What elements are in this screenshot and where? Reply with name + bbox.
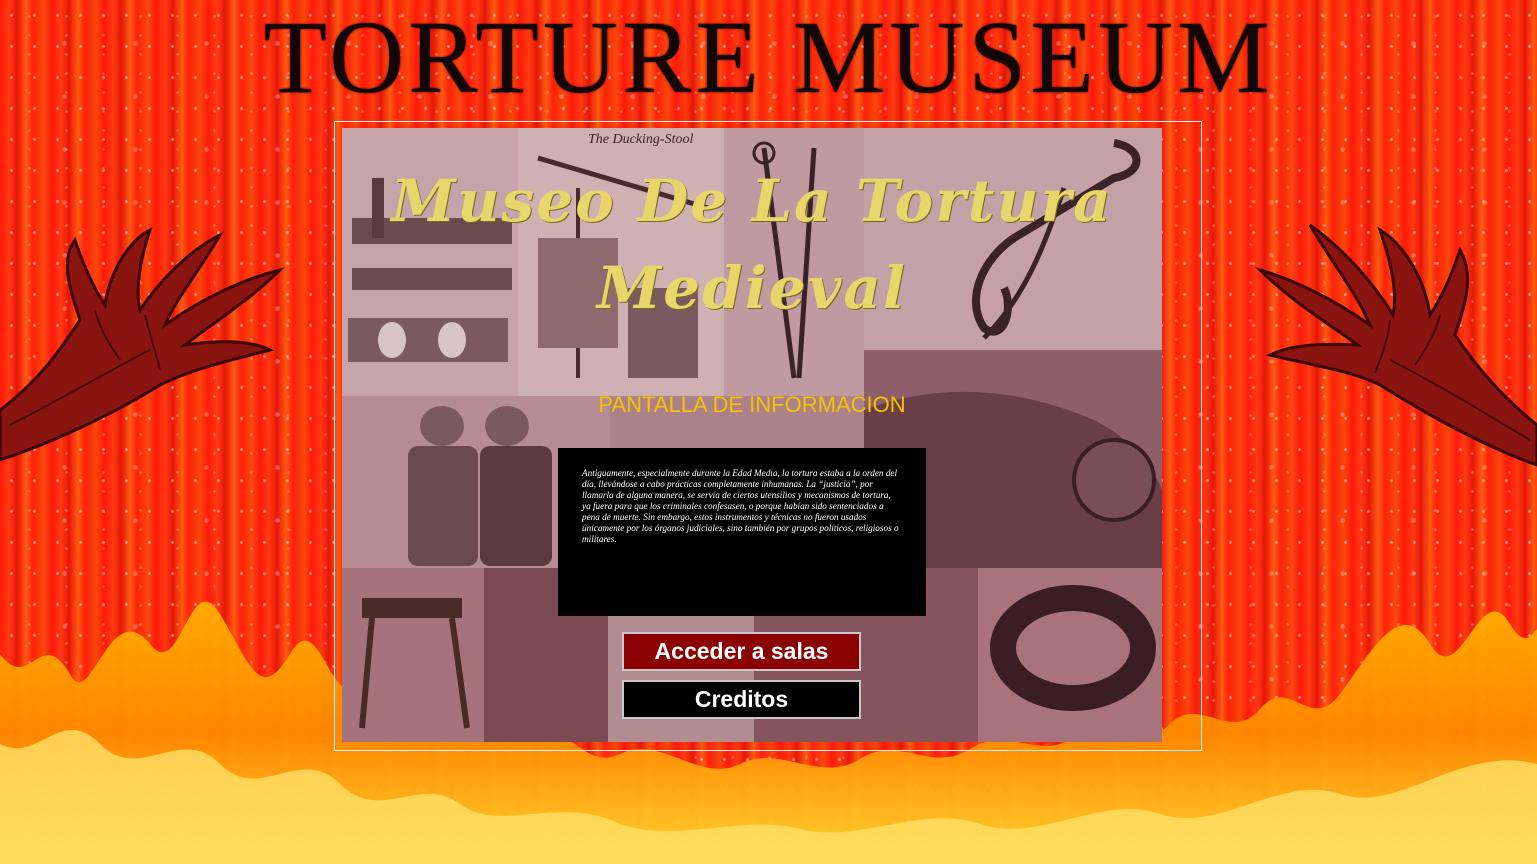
collage-image-wooden-horse bbox=[342, 568, 484, 742]
info-paragraph: Antiguamente, especialmente durante la E… bbox=[582, 468, 899, 544]
museum-title: Museo De La Tortura Medieval bbox=[391, 167, 1113, 322]
demon-hand-right-image bbox=[1254, 223, 1537, 467]
collage-image-spiked-collar bbox=[978, 568, 1162, 742]
access-rooms-button[interactable]: Acceder a salas bbox=[622, 632, 861, 671]
collage-caption: The Ducking-Stool bbox=[588, 132, 694, 147]
info-screen-subtitle: PANTALLA DE INFORMACION bbox=[598, 392, 906, 417]
page-header-title: TORTURE MUSEUM bbox=[263, 0, 1274, 115]
info-text-box: Antiguamente, especialmente durante la E… bbox=[558, 448, 926, 616]
credits-button[interactable]: Creditos bbox=[622, 680, 861, 719]
demon-hand-left-image bbox=[0, 227, 285, 462]
